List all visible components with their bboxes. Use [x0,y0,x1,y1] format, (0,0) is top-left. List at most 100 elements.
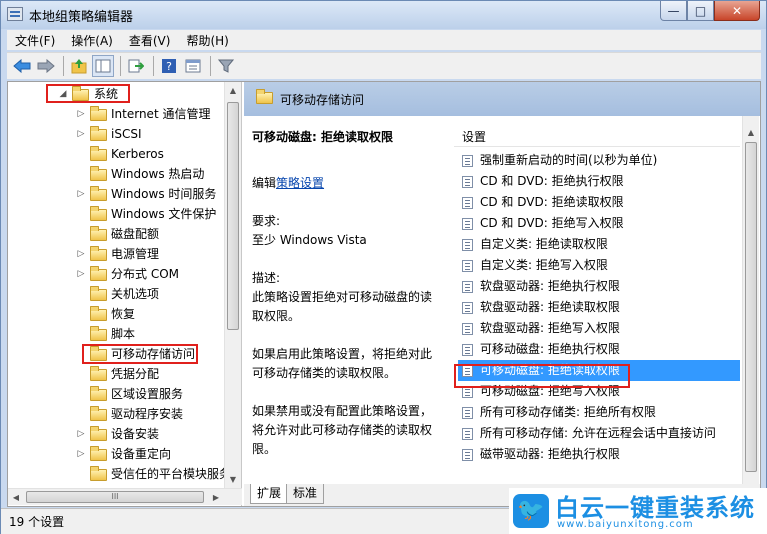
disabled-text: 如果禁用或没有配置此策略设置，将允许对此可移动存储类的读取权限。 [252,404,433,456]
expand-arrow-icon[interactable]: ▷ [76,264,86,284]
tree-item[interactable]: Windows 文件保护 [8,204,230,224]
setting-label: 所有可移动存储: 允许在远程会话中直接访问 [480,426,716,440]
menu-file[interactable]: 文件(F) [7,32,63,49]
setting-label: 软盘驱动器: 拒绝执行权限 [480,279,620,293]
properties-icon[interactable] [182,55,204,77]
policy-setting-icon [462,218,473,230]
tree-item[interactable]: 受信任的平台模块服务 [8,464,230,484]
tree-item[interactable]: ▷ 分布式 COM [8,264,230,284]
menu-view[interactable]: 查看(V) [121,32,179,49]
setting-row[interactable]: 软盘驱动器: 拒绝读取权限 [460,297,740,318]
setting-row[interactable]: 磁带驱动器: 拒绝执行权限 [460,444,740,465]
tree-item[interactable]: 磁盘配额 [8,224,230,244]
close-button[interactable]: ✕ [714,1,760,21]
up-folder-icon[interactable] [68,55,90,77]
policy-settings-link[interactable]: 策略设置 [276,176,324,190]
title-bar[interactable]: 本地组策略编辑器 — □ ✕ [1,1,766,29]
setting-row[interactable]: CD 和 DVD: 拒绝写入权限 [460,213,740,234]
setting-row[interactable]: 可移动磁盘: 拒绝执行权限 [460,339,740,360]
export-icon[interactable] [125,55,147,77]
svg-text:?: ? [166,60,172,73]
setting-row[interactable]: 软盘驱动器: 拒绝执行权限 [460,276,740,297]
expand-arrow-icon[interactable]: ▷ [76,104,86,124]
folder-icon [90,326,107,341]
scrollbar-thumb[interactable]: III [26,491,204,503]
setting-row[interactable]: CD 和 DVD: 拒绝执行权限 [460,171,740,192]
tree-item[interactable]: ▷ 设备重定向 [8,444,230,464]
tree-vertical-scrollbar[interactable]: ▲ ▼ [224,82,241,488]
tree-item[interactable]: ▷ Internet 通信管理 [8,104,230,124]
window-controls: — □ ✕ [660,1,760,21]
maximize-button[interactable]: □ [687,1,714,21]
policy-setting-icon [462,197,473,209]
scroll-up-icon[interactable]: ▲ [225,82,241,98]
back-icon[interactable] [11,55,33,77]
menu-help[interactable]: 帮助(H) [178,32,236,49]
tree-item[interactable]: ▷ 电源管理 [8,244,230,264]
policy-setting-icon [462,344,473,356]
toolbar: ? [7,52,761,79]
tree-item-label: Kerberos [111,147,164,161]
help-icon[interactable]: ? [158,55,180,77]
tree-item-label: 电源管理 [111,247,160,261]
tree-item[interactable]: 驱动程序安装 [8,404,230,424]
watermark-url: www.baiyunxitong.com [557,519,694,530]
tree-horizontal-scrollbar[interactable]: ◀ III ▶ [8,488,242,505]
details-pane: 可移动存储访问 可移动磁盘: 拒绝读取权限 编辑策略设置 要求: 至少 Wind… [244,82,760,506]
column-header-settings[interactable]: 设置 [462,128,486,145]
setting-row[interactable]: 软盘驱动器: 拒绝写入权限 [460,318,740,339]
expand-arrow-icon[interactable]: ▷ [76,184,86,204]
settings-vertical-scrollbar[interactable]: ▲ [742,116,759,484]
tree-item[interactable]: Kerberos [8,144,230,164]
scroll-up-icon[interactable]: ▲ [743,124,759,140]
tree-item[interactable]: Windows 热启动 [8,164,230,184]
settings-list: 设置 强制重新启动的时间(以秒为单位) CD 和 DVD: 拒绝执行权限 CD … [450,116,760,484]
setting-row[interactable]: 自定义类: 拒绝读取权限 [460,234,740,255]
show-hide-tree-icon[interactable] [92,55,114,77]
setting-row[interactable]: 强制重新启动的时间(以秒为单位) [460,150,740,171]
scroll-right-icon[interactable]: ▶ [208,489,224,505]
tree-item[interactable]: 区域设置服务 [8,384,230,404]
tree-item[interactable]: ▷ Windows 时间服务 [8,184,230,204]
scrollbar-thumb[interactable] [227,102,239,330]
setting-row[interactable]: 自定义类: 拒绝写入权限 [460,255,740,276]
toolbar-separator [63,56,64,76]
scroll-left-icon[interactable]: ◀ [8,489,24,505]
expand-arrow-icon[interactable]: ▷ [76,124,86,144]
requirement-value: 至少 Windows Vista [252,233,367,247]
details-header-title: 可移动存储访问 [280,93,365,107]
setting-row[interactable]: 所有可移动存储类: 拒绝所有权限 [460,402,740,423]
minimize-button[interactable]: — [660,1,687,21]
tab-standard[interactable]: 标准 [286,484,325,504]
folder-icon [90,226,107,241]
tree-item[interactable]: 恢复 [8,304,230,324]
forward-icon[interactable] [35,55,57,77]
tree-item-label: 脚本 [111,327,136,341]
tree-item[interactable]: 关机选项 [8,284,230,304]
menu-action[interactable]: 操作(A) [63,32,121,49]
folder-icon [90,446,107,461]
folder-icon [90,386,107,401]
requirement-label: 要求: [252,214,281,228]
description-text: 此策略设置拒绝对可移动磁盘的读取权限。 [252,290,433,323]
tree-item[interactable]: 脚本 [8,324,230,344]
expand-arrow-icon[interactable]: ▷ [76,244,86,264]
scroll-down-icon[interactable]: ▼ [225,471,241,487]
tab-extended[interactable]: 扩展 [250,484,289,504]
tree-item[interactable]: ▷ iSCSI [8,124,230,144]
filter-icon[interactable] [215,55,237,77]
setting-row[interactable]: 所有可移动存储: 允许在远程会话中直接访问 [460,423,740,444]
highlight-box-system [46,84,130,103]
tree-item[interactable]: 凭据分配 [8,364,230,384]
expand-arrow-icon[interactable]: ▷ [76,424,86,444]
setting-row[interactable]: CD 和 DVD: 拒绝读取权限 [460,192,740,213]
expand-arrow-icon[interactable]: ▷ [76,444,86,464]
policy-setting-icon [462,239,473,251]
enabled-text: 如果启用此策略设置，将拒绝对此可移动存储类的读取权限。 [252,347,433,380]
scrollbar-thumb[interactable] [745,142,757,472]
folder-icon [90,106,107,121]
tree-item-label: Windows 时间服务 [111,187,217,201]
setting-label: 自定义类: 拒绝读取权限 [480,237,608,251]
policy-setting-icon [462,428,473,440]
tree-item[interactable]: ▷ 设备安装 [8,424,230,444]
